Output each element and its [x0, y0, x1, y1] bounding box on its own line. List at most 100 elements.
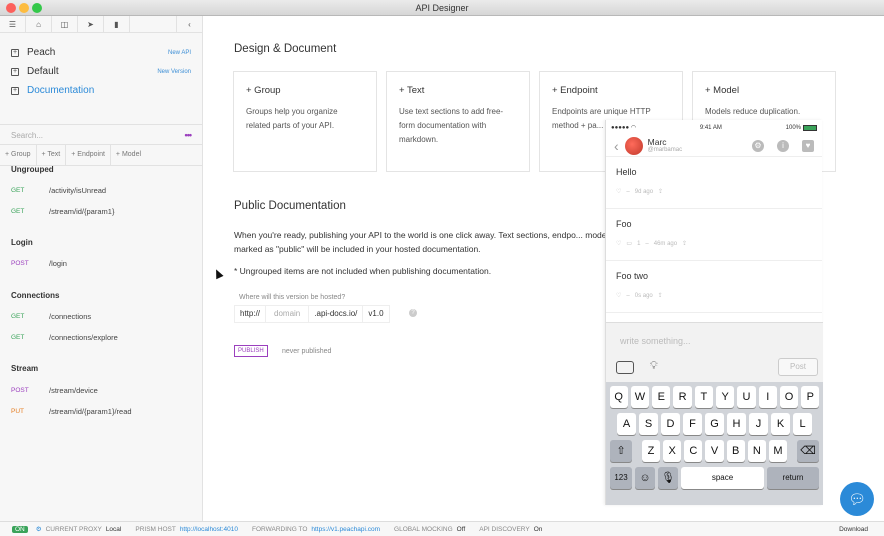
key-g[interactable]: G: [705, 413, 724, 435]
menu-icon[interactable]: ☰: [0, 16, 26, 32]
search-input[interactable]: Search... •••: [11, 130, 193, 140]
discovery-toggle[interactable]: On: [534, 526, 543, 533]
share-icon[interactable]: ⇪: [658, 292, 663, 299]
battery-icon: [803, 124, 817, 131]
new-version-link[interactable]: New Version: [157, 69, 191, 75]
profile-handle: @marbamac: [647, 147, 683, 153]
doc-item-documentation[interactable]: + Documentation: [11, 85, 191, 96]
key-e[interactable]: E: [652, 386, 671, 408]
key-c[interactable]: C: [684, 440, 703, 462]
publish-button[interactable]: PUBLISH: [234, 345, 268, 357]
backspace-icon[interactable]: ⌫: [796, 440, 820, 462]
collapse-sidebar-icon[interactable]: ‹: [176, 16, 202, 32]
key-f[interactable]: F: [683, 413, 702, 435]
post-time: 9d ago: [634, 188, 654, 195]
key-y[interactable]: Y: [716, 386, 735, 408]
key-q[interactable]: Q: [609, 386, 628, 408]
key-j[interactable]: J: [749, 413, 768, 435]
key-x[interactable]: X: [663, 440, 682, 462]
prism-host-link[interactable]: http://localhost:4010: [180, 526, 238, 533]
key-i[interactable]: I: [758, 386, 777, 408]
card-text[interactable]: + Text Use text sections to add free-for…: [386, 71, 530, 172]
key-w[interactable]: W: [630, 386, 650, 408]
bookmark-icon[interactable]: ▮: [104, 16, 130, 32]
comment-icon[interactable]: ▭: [626, 240, 632, 247]
add-endpoint-button[interactable]: + Endpoint: [66, 145, 111, 165]
add-model-button[interactable]: + Model: [111, 145, 146, 165]
help-icon[interactable]: ?: [409, 309, 417, 317]
send-icon[interactable]: ➤: [78, 16, 104, 32]
cube-icon[interactable]: ◫: [52, 16, 78, 32]
key-l[interactable]: L: [793, 413, 812, 435]
home-icon[interactable]: ⌂: [26, 16, 52, 32]
close-window-button[interactable]: [6, 3, 16, 13]
heart-icon[interactable]: ♡: [616, 292, 621, 299]
info-icon[interactable]: i: [777, 139, 789, 152]
method-badge: POST: [11, 260, 29, 267]
post-button[interactable]: Post: [778, 358, 818, 376]
zoom-window-button[interactable]: [32, 3, 42, 13]
forward-link[interactable]: https://v1.peachapi.com: [311, 526, 380, 533]
compose-input[interactable]: write something...: [620, 336, 691, 346]
post-text: Foo two: [616, 271, 649, 281]
key-z[interactable]: Z: [641, 440, 661, 462]
add-text-button[interactable]: + Text: [37, 145, 67, 165]
heart-icon[interactable]: ♡: [616, 188, 621, 195]
endpoint-item[interactable]: GET/stream/id/{param1}: [11, 207, 191, 216]
heart-box-icon[interactable]: ♥: [802, 139, 814, 152]
key-v[interactable]: V: [705, 440, 724, 462]
lightbulb-icon[interactable]: 💡︎: [650, 360, 658, 373]
card-description: Groups help you organize related parts o…: [246, 107, 338, 130]
discovery-label: API DISCOVERY: [479, 525, 530, 533]
endpoint-item[interactable]: GET/activity/isUnread: [11, 186, 191, 195]
return-key[interactable]: return: [767, 467, 819, 489]
key-p[interactable]: P: [801, 386, 820, 408]
key-k[interactable]: K: [771, 413, 790, 435]
share-icon[interactable]: ⇪: [682, 240, 687, 247]
heart-icon[interactable]: ♡: [616, 240, 621, 247]
endpoint-item[interactable]: PUT/stream/id/{param1}/read: [11, 407, 191, 416]
key-t[interactable]: T: [694, 386, 713, 408]
share-icon[interactable]: ⇪: [658, 188, 663, 195]
mocking-toggle[interactable]: Off: [457, 526, 466, 533]
endpoint-item[interactable]: POST/stream/device: [11, 386, 191, 395]
add-buttons-row: + Group + Text + Endpoint + Model: [0, 144, 202, 166]
endpoint-item[interactable]: GET/connections: [11, 312, 191, 321]
doc-item-default[interactable]: + Default New Version: [11, 66, 191, 77]
emoji-icon[interactable]: ☺: [635, 467, 655, 489]
key-s[interactable]: S: [639, 413, 658, 435]
key-n[interactable]: N: [747, 440, 766, 462]
more-options-icon[interactable]: •••: [185, 130, 193, 140]
gear-icon[interactable]: ⚙: [752, 139, 764, 152]
key-r[interactable]: R: [673, 386, 692, 408]
download-button[interactable]: Download: [839, 526, 868, 533]
key-o[interactable]: O: [779, 386, 799, 408]
doc-item-peach[interactable]: + Peach New API: [11, 47, 191, 58]
space-key[interactable]: space: [681, 467, 764, 489]
key-u[interactable]: U: [737, 386, 756, 408]
key-a[interactable]: A: [617, 413, 636, 435]
new-api-link[interactable]: New API: [168, 50, 191, 56]
endpoint-item[interactable]: POST/login: [11, 259, 191, 268]
key-m[interactable]: M: [768, 440, 788, 462]
microphone-icon[interactable]: 🎙︎: [658, 467, 678, 489]
proxy-select[interactable]: Local: [106, 526, 122, 533]
camera-icon[interactable]: [616, 361, 634, 374]
settings-icon[interactable]: ⚙: [36, 525, 42, 533]
publish-status: never published: [282, 348, 332, 355]
key-h[interactable]: H: [727, 413, 746, 435]
card-group[interactable]: + Group Groups help you organize related…: [233, 71, 377, 172]
minimize-window-button[interactable]: [19, 3, 29, 13]
key-d[interactable]: D: [661, 413, 680, 435]
add-group-button[interactable]: + Group: [0, 145, 37, 165]
numbers-key[interactable]: 123: [610, 467, 632, 489]
key-b[interactable]: B: [726, 440, 745, 462]
domain-input[interactable]: domain: [266, 306, 310, 322]
post-time: 46m ago: [653, 240, 678, 247]
endpoint-item[interactable]: GET/connections/explore: [11, 333, 191, 342]
shift-key[interactable]: ⇧: [609, 440, 633, 462]
chat-bubble-icon[interactable]: 💬︎: [840, 482, 874, 516]
back-arrow-icon[interactable]: ‹: [614, 138, 619, 154]
host-scheme: http://: [235, 306, 267, 322]
server-on-badge[interactable]: ON: [12, 525, 28, 533]
